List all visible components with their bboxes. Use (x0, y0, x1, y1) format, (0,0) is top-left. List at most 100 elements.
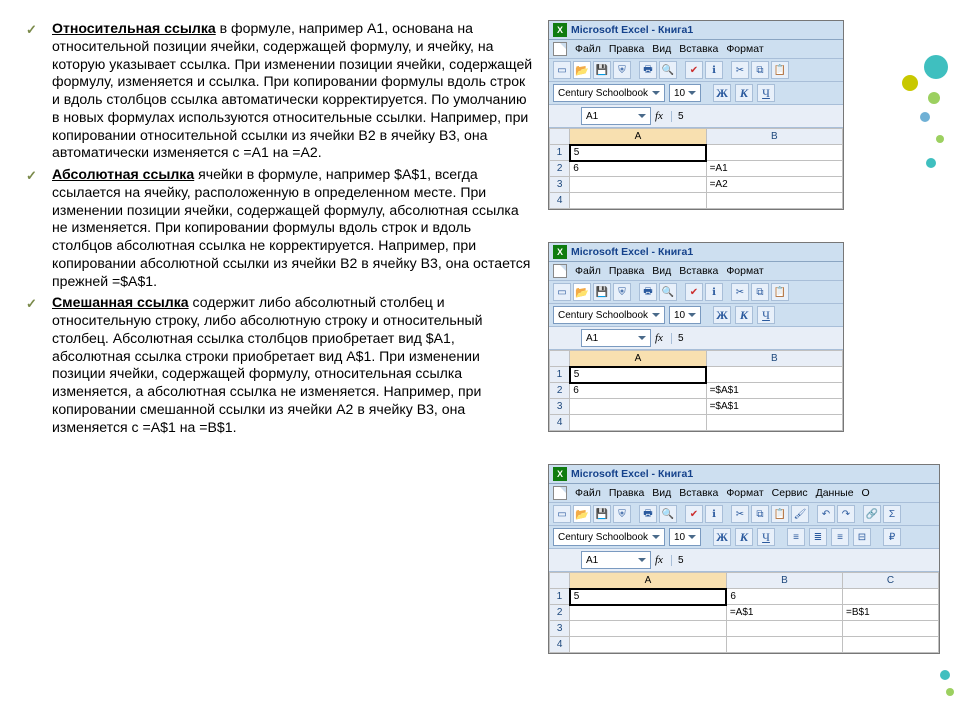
menu-insert[interactable]: Вставка (679, 265, 718, 277)
row-header-3[interactable]: 3 (550, 177, 570, 193)
menu-insert[interactable]: Вставка (679, 487, 718, 499)
formula-value[interactable]: 5 (671, 111, 839, 122)
cell-a2[interactable]: 6 (570, 383, 706, 399)
underline-button[interactable]: Ч (757, 84, 775, 102)
italic-button[interactable]: К (735, 84, 753, 102)
menu-edit[interactable]: Правка (609, 487, 644, 499)
hyperlink-icon[interactable]: 🔗 (863, 505, 881, 523)
formula-value[interactable]: 5 (671, 555, 935, 566)
col-header-c[interactable]: C (843, 573, 939, 589)
cell-a1[interactable]: 5 (570, 367, 706, 383)
paste-icon[interactable]: 📋 (771, 283, 789, 301)
cell-b1[interactable] (706, 145, 842, 161)
font-name-select[interactable]: Century Schoolbook (553, 528, 665, 546)
format-painter-icon[interactable]: 🖌 (791, 505, 809, 523)
align-center-icon[interactable]: ≣ (809, 528, 827, 546)
menu-view[interactable]: Вид (652, 487, 671, 499)
menu-file[interactable]: Файл (575, 43, 601, 55)
row-header-3[interactable]: 3 (550, 399, 570, 415)
menu-view[interactable]: Вид (652, 265, 671, 277)
cell-a3[interactable] (570, 177, 706, 193)
row-header-2[interactable]: 2 (550, 161, 570, 177)
preview-icon[interactable]: 🔍 (659, 283, 677, 301)
fx-icon[interactable]: fx (655, 554, 663, 566)
col-header-a[interactable]: A (570, 351, 706, 367)
fx-icon[interactable]: fx (655, 110, 663, 122)
row-header-3[interactable]: 3 (550, 621, 570, 637)
permissions-icon[interactable]: ⛨ (613, 283, 631, 301)
row-header-2[interactable]: 2 (550, 605, 570, 621)
corner-cell[interactable] (550, 351, 570, 367)
row-header-2[interactable]: 2 (550, 383, 570, 399)
cell-a4[interactable] (570, 637, 727, 653)
col-header-a[interactable]: A (570, 573, 727, 589)
menu-format[interactable]: Формат (726, 487, 763, 499)
cell-a1[interactable]: 5 (570, 589, 727, 605)
col-header-b[interactable]: B (706, 351, 842, 367)
row-header-1[interactable]: 1 (550, 367, 570, 383)
permissions-icon[interactable]: ⛨ (613, 61, 631, 79)
open-icon[interactable]: 📂 (573, 505, 591, 523)
name-box[interactable]: A1 (581, 551, 651, 569)
save-icon[interactable]: 💾 (593, 505, 611, 523)
open-icon[interactable]: 📂 (573, 61, 591, 79)
underline-button[interactable]: Ч (757, 528, 775, 546)
cell-c1[interactable] (843, 589, 939, 605)
currency-icon[interactable]: ₽ (883, 528, 901, 546)
menu-insert[interactable]: Вставка (679, 43, 718, 55)
cell-a2[interactable]: 6 (570, 161, 706, 177)
spell-icon[interactable]: ✔ (685, 61, 703, 79)
cell-a4[interactable] (570, 193, 706, 209)
paste-icon[interactable]: 📋 (771, 61, 789, 79)
cell-b2[interactable]: =$A$1 (706, 383, 842, 399)
cell-b4[interactable] (706, 415, 842, 431)
copy-icon[interactable]: ⧉ (751, 505, 769, 523)
font-size-select[interactable]: 10 (669, 306, 701, 324)
undo-icon[interactable]: ↶ (817, 505, 835, 523)
cell-c4[interactable] (843, 637, 939, 653)
print-icon[interactable]: 🖶 (639, 283, 657, 301)
cell-b4[interactable] (706, 193, 842, 209)
row-header-4[interactable]: 4 (550, 193, 570, 209)
italic-button[interactable]: К (735, 306, 753, 324)
cell-a4[interactable] (570, 415, 706, 431)
research-icon[interactable]: ℹ (705, 283, 723, 301)
spell-icon[interactable]: ✔ (685, 505, 703, 523)
menu-window[interactable]: О (862, 487, 870, 499)
open-icon[interactable]: 📂 (573, 283, 591, 301)
cell-a3[interactable] (570, 399, 706, 415)
fx-icon[interactable]: fx (655, 332, 663, 344)
bold-button[interactable]: Ж (713, 528, 731, 546)
bold-button[interactable]: Ж (713, 84, 731, 102)
print-icon[interactable]: 🖶 (639, 505, 657, 523)
cell-c2[interactable]: =B$1 (843, 605, 939, 621)
new-icon[interactable]: ▭ (553, 283, 571, 301)
copy-icon[interactable]: ⧉ (751, 61, 769, 79)
align-left-icon[interactable]: ≡ (787, 528, 805, 546)
underline-button[interactable]: Ч (757, 306, 775, 324)
name-box[interactable]: A1 (581, 329, 651, 347)
corner-cell[interactable] (550, 129, 570, 145)
save-icon[interactable]: 💾 (593, 283, 611, 301)
col-header-b[interactable]: B (706, 129, 842, 145)
cell-b1[interactable]: 6 (726, 589, 842, 605)
cut-icon[interactable]: ✂ (731, 505, 749, 523)
cell-b2[interactable]: =A$1 (726, 605, 842, 621)
cell-c3[interactable] (843, 621, 939, 637)
cut-icon[interactable]: ✂ (731, 283, 749, 301)
new-icon[interactable]: ▭ (553, 505, 571, 523)
formula-value[interactable]: 5 (671, 333, 839, 344)
font-name-select[interactable]: Century Schoolbook (553, 84, 665, 102)
col-header-a[interactable]: A (570, 129, 706, 145)
copy-icon[interactable]: ⧉ (751, 283, 769, 301)
redo-icon[interactable]: ↷ (837, 505, 855, 523)
research-icon[interactable]: ℹ (705, 505, 723, 523)
italic-button[interactable]: К (735, 528, 753, 546)
preview-icon[interactable]: 🔍 (659, 505, 677, 523)
cell-b3[interactable] (726, 621, 842, 637)
merge-icon[interactable]: ⊟ (853, 528, 871, 546)
menu-data[interactable]: Данные (816, 487, 854, 499)
cell-a3[interactable] (570, 621, 727, 637)
cut-icon[interactable]: ✂ (731, 61, 749, 79)
menu-format[interactable]: Формат (726, 43, 763, 55)
